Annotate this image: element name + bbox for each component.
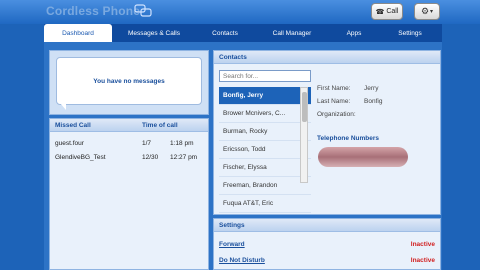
last-name-label: Last Name: <box>317 98 351 105</box>
contact-item[interactable]: Brower Mcnivers, C... <box>219 105 311 123</box>
chat-bubbles-icon <box>134 4 152 17</box>
caller-name: GlendiveBG_Test <box>55 153 106 161</box>
missed-call-row[interactable]: guest.four 1/7 1:18 pm <box>50 136 208 150</box>
first-name-value: Jerry <box>364 85 379 92</box>
contact-item[interactable]: Fischer, Elyssa <box>219 159 311 177</box>
scrollbar-thumb[interactable] <box>302 92 307 122</box>
contact-item[interactable]: Burman, Rocky <box>219 123 311 141</box>
first-name-label: First Name: <box>317 85 351 92</box>
do-not-disturb-link[interactable]: Do Not Disturb <box>219 257 265 264</box>
tab-apps[interactable]: Apps <box>330 24 378 42</box>
gear-icon: ⚙ <box>420 6 430 16</box>
telephone-numbers-header: Telephone Numbers <box>317 135 380 142</box>
tab-call-manager[interactable]: Call Manager <box>254 24 330 42</box>
telephone-number-pill[interactable] <box>318 147 408 167</box>
tab-settings[interactable]: Settings <box>378 24 442 42</box>
caller-name: guest.four <box>55 139 84 147</box>
contact-list-scrollbar[interactable] <box>300 87 308 183</box>
contact-list: Bonfig, Jerry Brower Mcnivers, C... Burm… <box>219 87 311 213</box>
forward-link[interactable]: Forward <box>219 241 245 248</box>
missed-calls-header: Missed Call Time of call <box>50 119 208 132</box>
status-badge: Inactive <box>410 240 435 248</box>
time-of-call-col-header: Time of call <box>142 121 178 129</box>
organization-label: Organization: <box>317 111 356 118</box>
phone-icon: ☎ <box>375 8 385 16</box>
call-time: 12:27 pm <box>170 153 198 161</box>
chevron-down-icon: ▾ <box>430 9 434 15</box>
call-time: 1:18 pm <box>170 139 194 147</box>
setting-row-do-not-disturb: Do Not Disturb Inactive <box>214 252 440 268</box>
main-nav: Dashboard Messages & Calls Contacts Call… <box>44 24 442 42</box>
tab-messages-calls[interactable]: Messages & Calls <box>112 24 196 42</box>
settings-menu-button[interactable]: ⚙ ▾ <box>414 3 440 20</box>
call-button[interactable]: ☎ Call <box>371 3 403 20</box>
app-header: Cordless Phone ☎ Call ⚙ ▾ <box>0 0 480 24</box>
contacts-header: Contacts <box>214 51 440 64</box>
contact-item[interactable]: Ericsson, Todd <box>219 141 311 159</box>
contact-search-input[interactable] <box>219 70 311 82</box>
app-title: Cordless Phone <box>46 4 141 18</box>
missed-call-col-header: Missed Call <box>55 121 91 129</box>
contact-item[interactable]: Bonfig, Jerry <box>219 87 311 105</box>
dashboard-content: You have no messages Missed Call Time of… <box>44 42 442 270</box>
contact-item[interactable]: Fuqua AT&T, Eric <box>219 195 311 213</box>
missed-calls-panel: Missed Call Time of call guest.four 1/7 … <box>49 118 209 270</box>
missed-call-row[interactable]: GlendiveBG_Test 12/30 12:27 pm <box>50 150 208 164</box>
contact-item[interactable]: Freeman, Brandon <box>219 177 311 195</box>
status-badge: Inactive <box>410 256 435 264</box>
contacts-panel: Contacts Bonfig, Jerry Brower Mcnivers, … <box>213 50 441 215</box>
settings-panel: Settings Forward Inactive Do Not Disturb… <box>213 218 441 270</box>
setting-row-forward: Forward Inactive <box>214 236 440 252</box>
tab-contacts[interactable]: Contacts <box>196 24 254 42</box>
call-date: 12/30 <box>142 153 159 161</box>
message-bubble: You have no messages <box>56 57 202 105</box>
no-messages-text: You have no messages <box>93 77 165 85</box>
call-button-label: Call <box>386 8 399 15</box>
tab-dashboard[interactable]: Dashboard <box>44 24 112 42</box>
settings-header: Settings <box>214 219 440 232</box>
bubble-tail <box>60 103 66 110</box>
messages-panel: You have no messages <box>49 50 209 115</box>
last-name-value: Bonfig <box>364 98 383 105</box>
call-date: 1/7 <box>142 139 152 147</box>
